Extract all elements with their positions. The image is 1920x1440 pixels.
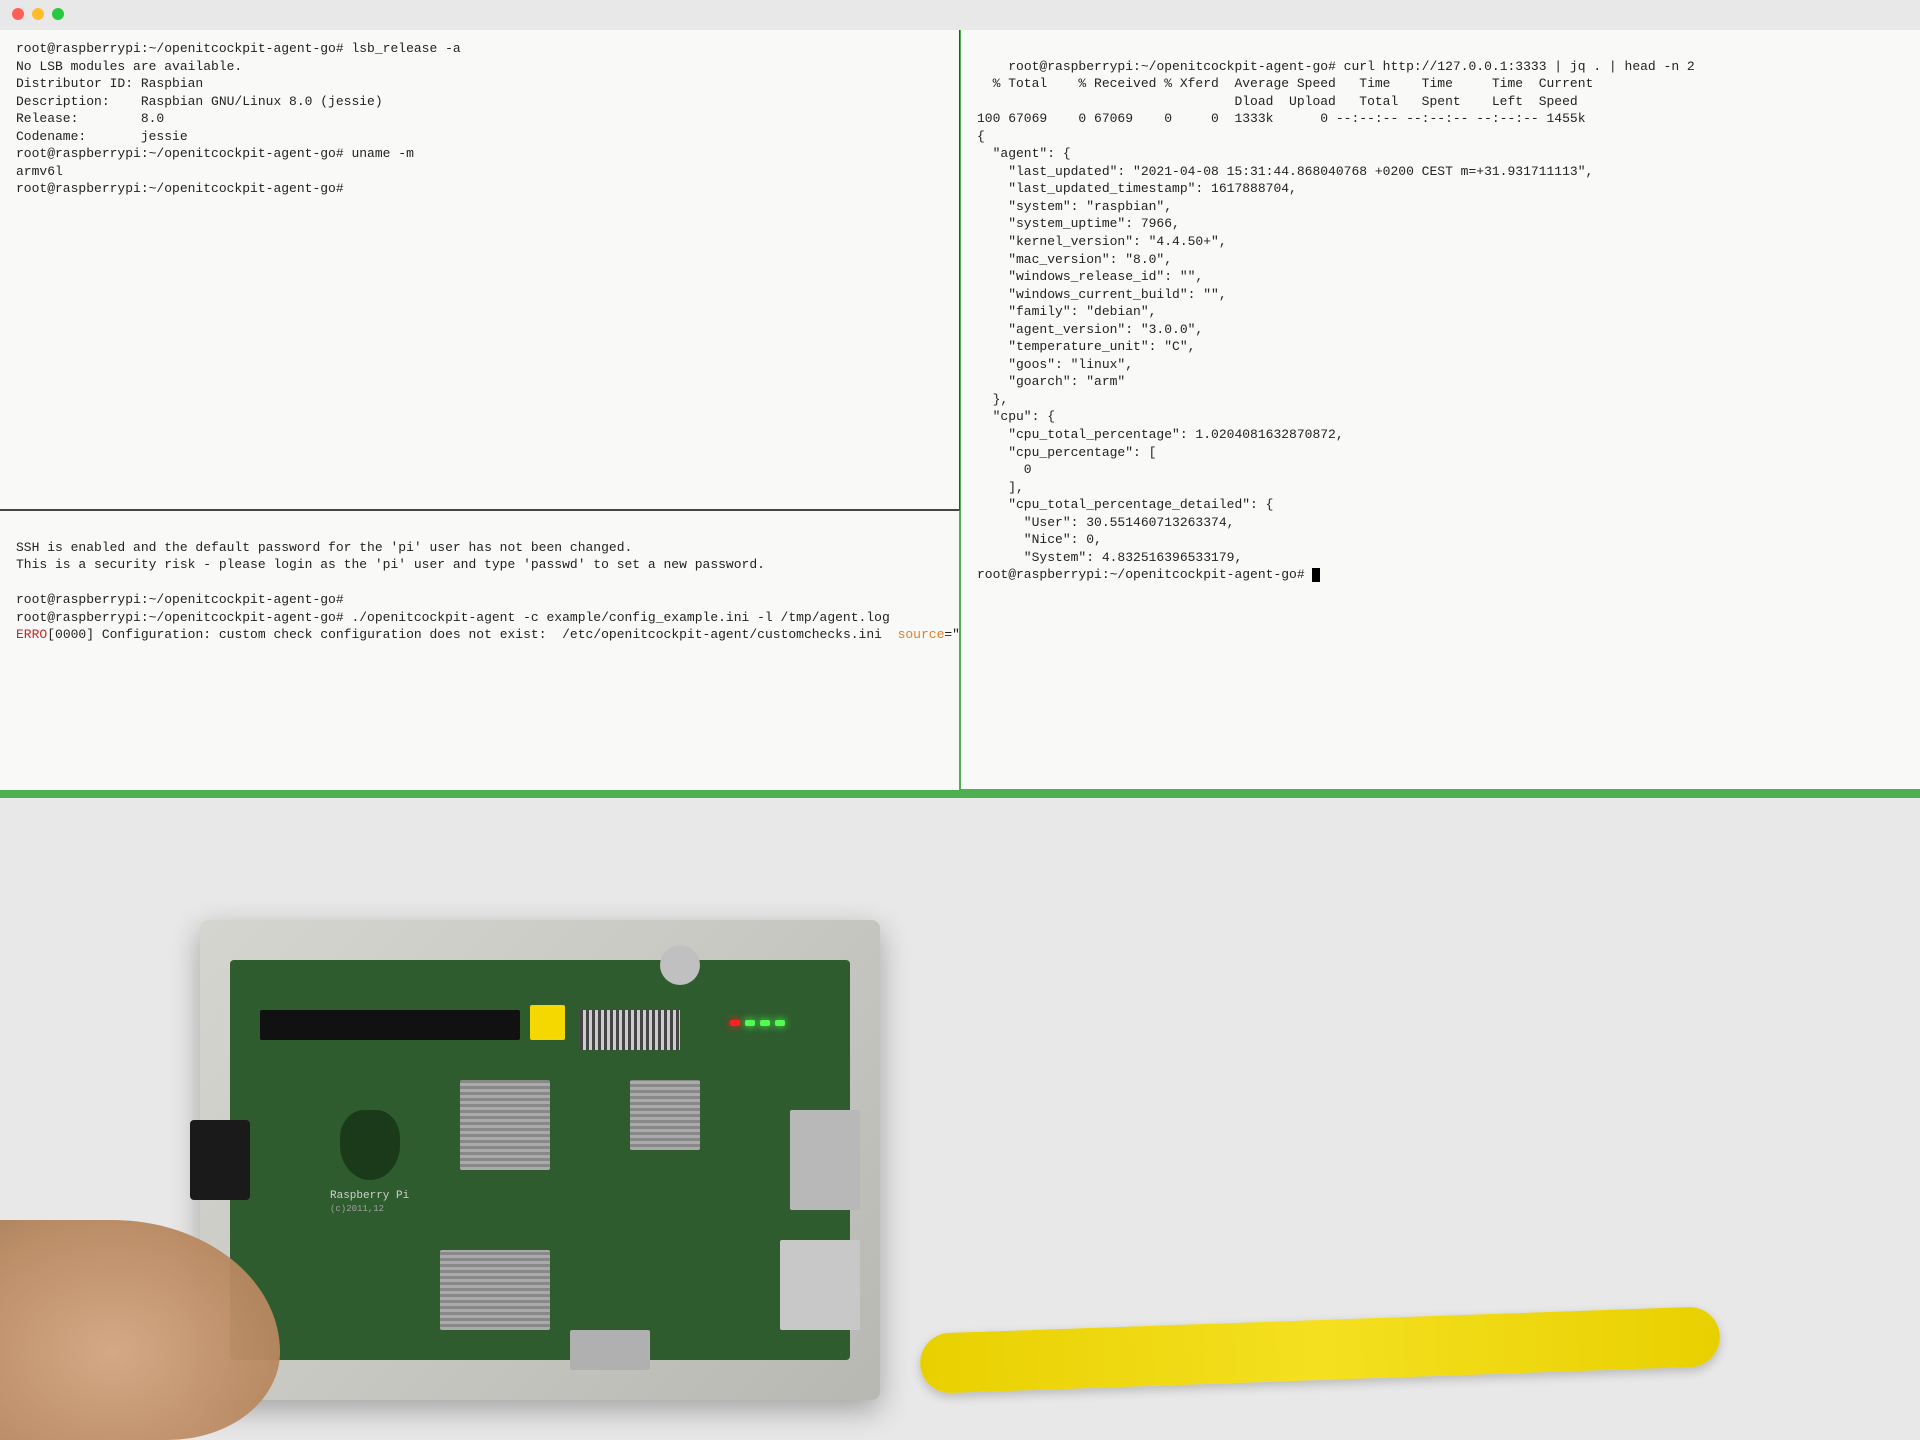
- activity-led-icon: [745, 1020, 755, 1026]
- terminal-output: Codename: jessie: [16, 129, 188, 144]
- ssh-warning: This is a security risk - please login a…: [16, 557, 765, 572]
- gpio-pins: [580, 1010, 680, 1050]
- cursor-icon: [1312, 568, 1320, 582]
- raspberry-pi-logo-icon: [340, 1110, 400, 1180]
- error-level: ERRO: [16, 627, 47, 642]
- usb-port: [790, 1110, 860, 1210]
- terminal-output: armv6l: [16, 164, 63, 179]
- terminal-prompt: root@raspberrypi:~/openitcockpit-agent-g…: [16, 592, 344, 607]
- terminal-output: Dload Upload Total Spent Left Speed: [977, 94, 1578, 109]
- cpu-heatsink: [460, 1080, 550, 1170]
- minimize-icon[interactable]: [32, 8, 44, 20]
- link-led-icon: [760, 1020, 770, 1026]
- json-output: { "agent": { "last_updated": "2021-04-08…: [977, 129, 1593, 565]
- hdmi-port: [570, 1330, 650, 1370]
- window-traffic-lights[interactable]: [12, 8, 64, 20]
- error-code: [0000]: [47, 627, 94, 642]
- error-message: Configuration: custom check configuratio…: [94, 627, 898, 642]
- power-led-icon: [730, 1020, 740, 1026]
- terminal-output: 100 67069 0 67069 0 0 1333k 0 --:--:-- -…: [977, 111, 1586, 126]
- fullscreen-icon[interactable]: [52, 8, 64, 20]
- tmux-session: root@raspberrypi:~/openitcockpit-agent-g…: [0, 30, 1920, 790]
- rca-video-connector: [530, 1005, 565, 1040]
- terminal-output: root@raspberrypi:~/openitcockpit-agent-g…: [16, 610, 890, 625]
- gpio-header: [260, 1010, 520, 1040]
- terminal-prompt[interactable]: root@raspberrypi:~/openitcockpit-agent-g…: [977, 567, 1312, 582]
- ethernet-port: [780, 1240, 860, 1330]
- terminal-pane-right[interactable]: sshroot@raspberrypi:~/openitcockpit-agen…: [960, 30, 1920, 790]
- terminal-output: root@raspberrypi:~/openitcockpit-agent-g…: [1008, 59, 1695, 74]
- chip-heatsink: [630, 1080, 700, 1150]
- terminal-prompt[interactable]: root@raspberrypi:~/openitcockpit-agent-g…: [16, 181, 344, 196]
- terminal-pane-top-left[interactable]: root@raspberrypi:~/openitcockpit-agent-g…: [0, 30, 960, 510]
- fdx-led-icon: [775, 1020, 785, 1026]
- terminal-output: Distributor ID: Raspbian: [16, 76, 203, 91]
- terminal-output: Description: Raspbian GNU/Linux 8.0 (jes…: [16, 94, 383, 109]
- close-icon[interactable]: [12, 8, 24, 20]
- board-label: Raspberry Pi: [330, 1190, 409, 1202]
- source-label: source: [898, 627, 945, 642]
- ethernet-cable: [919, 1306, 1721, 1394]
- terminal-output: root@raspberrypi:~/openitcockpit-agent-g…: [16, 41, 461, 56]
- terminal-output: No LSB modules are available.: [16, 59, 242, 74]
- heatsink: [440, 1250, 550, 1330]
- terminal-pane-bottom-left[interactable]: SSH is enabled and the default password …: [0, 510, 960, 790]
- ssh-warning: SSH is enabled and the default password …: [16, 540, 632, 555]
- raspberry-pi-pcb: Raspberry Pi (c)2011,12: [230, 960, 850, 1360]
- source-value: ="config.go:198": [944, 627, 960, 642]
- tmux-status-bar: [0, 790, 1920, 798]
- sd-card-slot: [190, 1120, 250, 1200]
- rca-jack-icon: [660, 945, 700, 985]
- board-copyright: (c)2011,12: [330, 1204, 384, 1214]
- terminal-output: Release: 8.0: [16, 111, 164, 126]
- raspberry-pi-case: Raspberry Pi (c)2011,12: [200, 920, 880, 1400]
- terminal-output: root@raspberrypi:~/openitcockpit-agent-g…: [16, 146, 414, 161]
- terminal-output: % Total % Received % Xferd Average Speed…: [977, 76, 1593, 91]
